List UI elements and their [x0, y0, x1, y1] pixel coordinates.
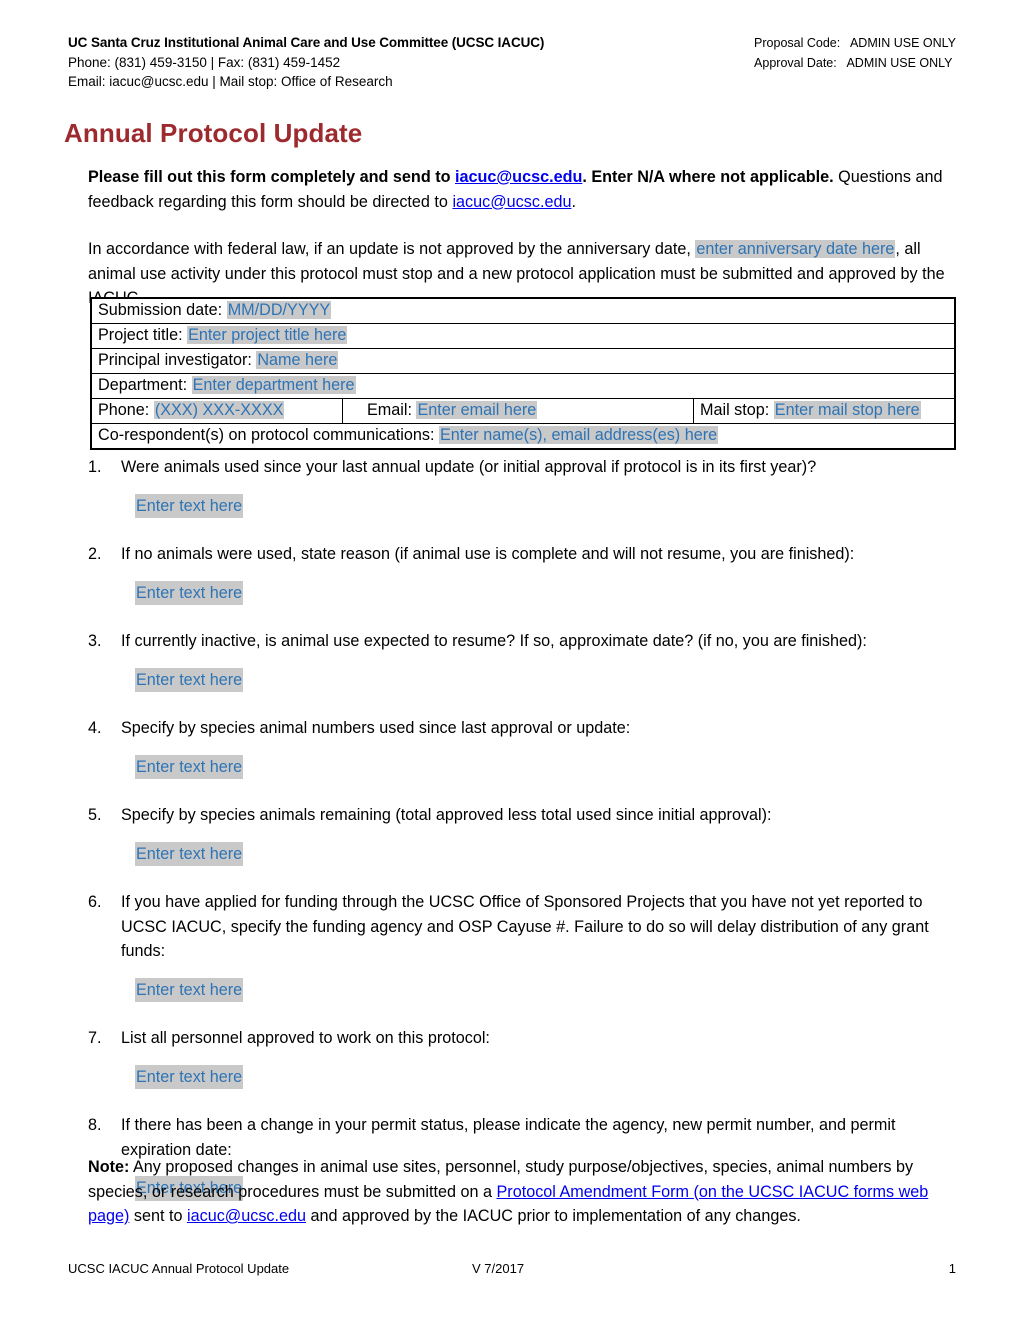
question-text: Specify by species animals remaining (to… [121, 806, 772, 824]
answer-field-5[interactable]: Enter text here [135, 841, 244, 866]
project-title-label: Project title: [98, 326, 183, 344]
table-row: Phone: (XXX) XXX-XXXX Email: Enter email… [90, 398, 956, 424]
question-item-2: 2. If no animals were used, state reason… [88, 542, 956, 567]
email-field[interactable]: Enter email here [416, 401, 538, 419]
answer-field-6[interactable]: Enter text here [135, 977, 244, 1002]
department-cell: Department: Enter department here [90, 373, 956, 399]
approval-date-row: Approval Date: ADMIN USE ONLY [754, 54, 956, 74]
note-label: Note: [88, 1158, 130, 1176]
header-organization: UC Santa Cruz Institutional Animal Care … [68, 35, 545, 50]
question-number: 2. [88, 545, 102, 563]
proposal-code-row: Proposal Code: ADMIN USE ONLY [754, 34, 956, 54]
document-page: UC Santa Cruz Institutional Animal Care … [0, 0, 1020, 1320]
footer-version: V 7/2017 [472, 1261, 525, 1276]
approval-date-value: ADMIN USE ONLY [846, 55, 953, 70]
iacuc-email-link-1[interactable]: iacuc@ucsc.edu [455, 168, 582, 186]
project-title-cell: Project title: Enter project title here [90, 323, 956, 349]
question-item-5: 5. Specify by species animals remaining … [88, 803, 956, 828]
table-row: Principal investigator: Name here [90, 348, 956, 374]
intro-period: . [571, 192, 576, 211]
answer-row-3: Enter text here [135, 667, 956, 692]
footer-document-name: UCSC IACUC Annual Protocol Update [68, 1261, 290, 1276]
answer-row-2: Enter text here [135, 580, 956, 605]
iacuc-email-link-3[interactable]: iacuc@ucsc.edu [187, 1207, 306, 1225]
answer-row-4: Enter text here [135, 754, 956, 779]
principal-investigator-field[interactable]: Name here [256, 351, 339, 369]
corespondent-field[interactable]: Enter name(s), email address(es) here [439, 426, 719, 444]
principal-investigator-label: Principal investigator: [98, 351, 252, 369]
table-row: Department: Enter department here [90, 373, 956, 399]
document-header: UC Santa Cruz Institutional Animal Care … [68, 33, 956, 92]
question-text: Specify by species animal numbers used s… [121, 719, 631, 737]
note-paragraph: Note: Any proposed changes in animal use… [88, 1155, 956, 1229]
table-row: Project title: Enter project title here [90, 323, 956, 349]
approval-date-label: Approval Date: [754, 55, 837, 70]
footer-page-number: 1 [948, 1261, 956, 1276]
answer-field-4[interactable]: Enter text here [135, 754, 244, 779]
question-text: If you have applied for funding through … [121, 893, 929, 960]
intro-paragraph: Please fill out this form completely and… [88, 165, 956, 214]
table-row: Co-respondent(s) on protocol communicati… [90, 423, 956, 450]
protocol-info-table: Submission date: MM/DD/YYYY Project titl… [90, 297, 956, 450]
mail-stop-field[interactable]: Enter mail stop here [773, 401, 921, 419]
header-admin-block: Proposal Code: ADMIN USE ONLY Approval D… [754, 33, 956, 73]
mail-stop-label: Mail stop: [700, 401, 770, 419]
header-phone-fax: Phone: (831) 459-3150 | Fax: (831) 459-1… [68, 54, 341, 70]
question-text: If no animals were used, state reason (i… [121, 545, 855, 563]
header-contact-block: UC Santa Cruz Institutional Animal Care … [68, 33, 544, 92]
submission-date-cell: Submission date: MM/DD/YYYY [90, 297, 956, 324]
anniversary-date-field[interactable]: enter anniversary date here [695, 240, 896, 258]
email-cell: Email: Enter email here [342, 398, 694, 424]
question-number: 1. [88, 458, 102, 476]
question-item-1: 1. Were animals used since your last ann… [88, 455, 956, 480]
proposal-code-value: ADMIN USE ONLY [849, 36, 956, 50]
question-text: Were animals used since your last annual… [121, 458, 817, 476]
page-title: Annual Protocol Update [64, 118, 363, 148]
corespondent-cell: Co-respondent(s) on protocol communicati… [90, 423, 956, 450]
question-number: 3. [88, 632, 102, 650]
answer-field-3[interactable]: Enter text here [135, 667, 244, 692]
answer-row-1: Enter text here [135, 493, 956, 518]
question-item-6: 6. If you have applied for funding throu… [88, 890, 956, 964]
question-number: 4. [88, 719, 102, 737]
phone-cell: Phone: (XXX) XXX-XXXX [90, 398, 343, 424]
mail-stop-cell: Mail stop: Enter mail stop here [693, 398, 956, 424]
answer-field-7[interactable]: Enter text here [135, 1064, 244, 1089]
answer-row-6: Enter text here [135, 977, 956, 1002]
submission-date-field[interactable]: MM/DD/YYYY [226, 301, 332, 319]
email-label: Email: [367, 401, 412, 419]
questions-list: 1. Were animals used since your last ann… [88, 455, 956, 1225]
header-email-mailstop: Email: iacuc@ucsc.edu | Mail stop: Offic… [68, 74, 393, 89]
phone-label: Phone: [98, 401, 150, 419]
phone-field[interactable]: (XXX) XXX-XXXX [153, 401, 285, 419]
question-number: 8. [88, 1116, 102, 1134]
answer-row-5: Enter text here [135, 841, 956, 866]
proposal-code-label: Proposal Code: [754, 36, 841, 50]
answer-field-2[interactable]: Enter text here [135, 580, 244, 605]
intro-bold-lead: Please fill out this form completely and… [88, 168, 455, 186]
question-number: 6. [88, 893, 102, 911]
question-item-4: 4. Specify by species animal numbers use… [88, 716, 956, 741]
project-title-field[interactable]: Enter project title here [187, 326, 348, 344]
corespondent-label: Co-respondent(s) on protocol communicati… [98, 426, 435, 444]
note-text-part3: and approved by the IACUC prior to imple… [306, 1207, 801, 1225]
question-number: 5. [88, 806, 102, 824]
intro-bold-tail: . Enter N/A where not applicable. [582, 168, 834, 186]
answer-row-7: Enter text here [135, 1064, 956, 1089]
answer-field-1[interactable]: Enter text here [135, 493, 244, 518]
submission-date-label: Submission date: [98, 301, 223, 319]
department-label: Department: [98, 376, 188, 394]
question-text: If currently inactive, is animal use exp… [121, 632, 867, 650]
question-item-7: 7. List all personnel approved to work o… [88, 1026, 956, 1051]
question-item-3: 3. If currently inactive, is animal use … [88, 629, 956, 654]
principal-investigator-cell: Principal investigator: Name here [90, 348, 956, 374]
department-field[interactable]: Enter department here [191, 376, 356, 394]
question-number: 7. [88, 1029, 102, 1047]
table-row: Submission date: MM/DD/YYYY [90, 297, 956, 324]
federal-text-part1: In accordance with federal law, if an up… [88, 240, 696, 258]
iacuc-email-link-2[interactable]: iacuc@ucsc.edu [452, 193, 571, 211]
note-text-part2: sent to [129, 1207, 187, 1225]
question-text: List all personnel approved to work on t… [121, 1029, 490, 1047]
